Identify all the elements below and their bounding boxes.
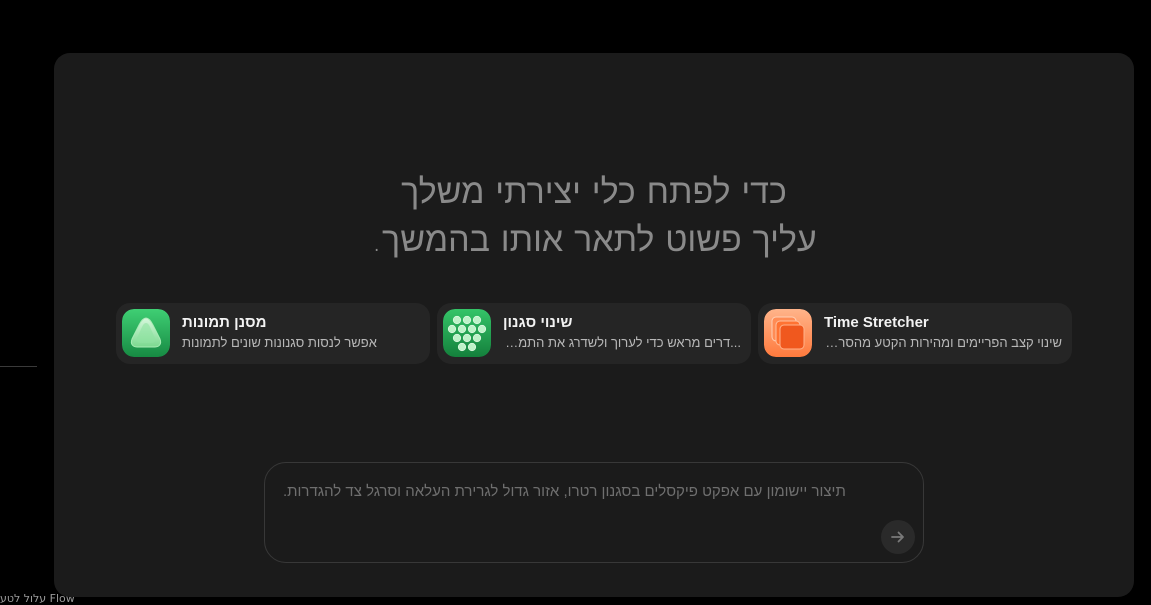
card-style-change[interactable]: שינוי סגנון ...דרים מראש כדי לערוך ולשדר… xyxy=(437,303,751,364)
arrow-right-icon xyxy=(891,531,904,543)
card-description: ...דרים מראש כדי לערוך ולשדרג את התמונה xyxy=(503,335,741,350)
hero-heading: כדי לפתח כלי יצירתי משלך עליך פשוט לתאר … xyxy=(54,168,1134,264)
green-dots-icon xyxy=(443,309,491,357)
card-text: מסנן תמונות אפשר לנסות סגנונות שונים לתמ… xyxy=(182,313,420,353)
card-description: אפשר לנסות סגנונות שונים לתמונות xyxy=(182,335,377,350)
card-title: מסנן תמונות xyxy=(182,314,267,331)
green-triangle-icon xyxy=(122,309,170,357)
sidebar-divider xyxy=(0,366,37,367)
card-title: שינוי סגנון xyxy=(503,314,573,331)
card-image-filter[interactable]: מסנן תמונות אפשר לנסות סגנונות שונים לתמ… xyxy=(116,303,430,364)
hero-line-2: עליך פשוט לתאר אותו בהמשך. xyxy=(371,220,817,260)
prompt-composer xyxy=(264,462,924,563)
send-button[interactable] xyxy=(881,520,915,554)
card-time-stretcher[interactable]: Time Stretcher שינוי קצב הפריימים ומהירו… xyxy=(758,303,1072,364)
suggestion-cards: מסנן תמונות אפשר לנסות סגנונות שונים לתמ… xyxy=(116,303,1074,364)
prompt-input[interactable] xyxy=(283,479,883,503)
card-text: Time Stretcher שינוי קצב הפריימים ומהירו… xyxy=(824,313,1062,353)
main-panel: כדי לפתח כלי יצירתי משלך עליך פשוט לתאר … xyxy=(54,53,1134,597)
hero-line-1: כדי לפתח כלי יצירתי משלך xyxy=(401,172,787,212)
card-text: שינוי סגנון ...דרים מראש כדי לערוך ולשדר… xyxy=(503,313,741,353)
app-root: Flow עלול לטע כדי לפתח כלי יצירתי משלך ע… xyxy=(0,0,1151,605)
card-title: Time Stretcher xyxy=(824,314,929,331)
orange-stack-icon xyxy=(764,309,812,357)
card-description: שינוי קצב הפריימים ומהירות הקטע מהסרטון xyxy=(824,335,1062,350)
